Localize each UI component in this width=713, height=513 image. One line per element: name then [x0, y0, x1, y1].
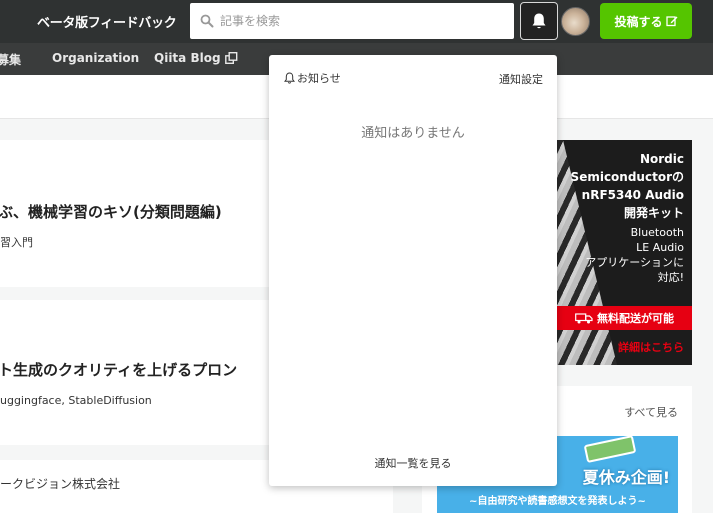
ad-shipping-label: 無料配送が可能	[597, 312, 674, 325]
search-icon	[200, 14, 214, 28]
article-tags[interactable]: 習入門	[0, 234, 33, 250]
article-title[interactable]: ト生成のクオリティを上げるプロン	[0, 359, 237, 380]
nav-item-qiita-blog[interactable]: Qiita Blog	[154, 51, 238, 65]
ad-body-line: 対応!	[657, 271, 684, 284]
notification-view-all-link[interactable]: 通知一覧を見る	[269, 455, 557, 471]
see-all-link[interactable]: すべて見る	[624, 404, 678, 420]
summer-banner-subtitle: ~自由研究や読書感想文を発表しよう~	[469, 496, 646, 507]
post-button-label: 投稿する	[614, 14, 663, 29]
ad-headline-line: nRF5340 Audio	[581, 188, 684, 202]
notification-button[interactable]	[520, 2, 558, 40]
user-avatar[interactable]	[561, 7, 590, 36]
notification-title-label: お知らせ	[297, 72, 341, 85]
article-title[interactable]: ぶ、機械学習のキソ(分類問題編)	[0, 201, 222, 222]
ad-details-link[interactable]: 詳細はこちら	[618, 339, 684, 355]
ad-headline-line: Nordic	[639, 152, 684, 166]
article-organization[interactable]: ークビジョン株式会社	[0, 475, 120, 492]
search-input[interactable]	[220, 3, 506, 39]
ad-body-line: Bluetooth	[630, 226, 684, 239]
ad-headline: Nordic Semiconductorの nRF5340 Audio 開発キッ…	[559, 150, 684, 222]
ad-shipping-banner: 無料配送が可能	[557, 306, 692, 330]
ad-headline-line: Semiconductorの	[570, 170, 684, 184]
nav-item-organization[interactable]: Organization	[52, 51, 139, 65]
ad-headline-line: 開発キット	[623, 206, 684, 220]
ad-banner[interactable]: Nordic Semiconductorの nRF5340 Audio 開発キッ…	[557, 140, 692, 365]
pencil-illustration	[583, 436, 637, 464]
notification-title: お知らせ	[284, 70, 341, 86]
truck-icon	[575, 312, 593, 323]
notification-settings-link[interactable]: 通知設定	[499, 71, 543, 87]
article-tags[interactable]: uggingface, StableDiffusion	[0, 394, 152, 407]
qiita-page: ベータ版フィードバック 投稿する 募集 Organization	[0, 0, 713, 513]
nav-item-recruit[interactable]: 募集	[0, 51, 21, 68]
ad-body-line: アプリケーションに	[585, 256, 684, 269]
notification-dropdown: お知らせ 通知設定 通知はありません 通知一覧を見る	[269, 55, 557, 486]
edit-icon	[665, 16, 677, 27]
notification-empty-message: 通知はありません	[361, 126, 465, 141]
beta-feedback-link[interactable]: ベータ版フィードバック	[37, 12, 177, 31]
top-header: ベータ版フィードバック 投稿する	[0, 0, 713, 43]
ad-body: Bluetooth LE Audio アプリケーションに 対応!	[564, 225, 684, 285]
external-link-icon	[224, 52, 237, 64]
bell-outline-icon	[284, 72, 295, 84]
search-box[interactable]	[190, 3, 514, 39]
nav-item-qiita-blog-label: Qiita Blog	[154, 51, 221, 65]
ad-body-line: LE Audio	[636, 241, 684, 254]
bell-icon	[532, 13, 546, 29]
post-button[interactable]: 投稿する	[600, 3, 692, 39]
